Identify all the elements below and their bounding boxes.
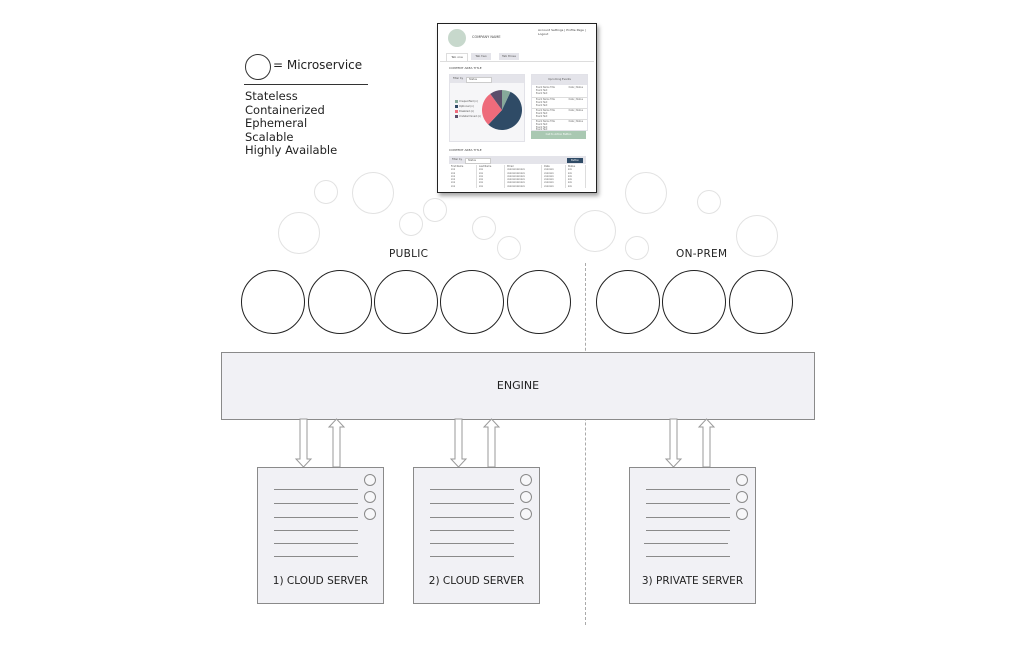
down-arrow-icon bbox=[294, 418, 313, 468]
server-line bbox=[646, 489, 730, 490]
server-line bbox=[274, 556, 358, 557]
server-line bbox=[430, 517, 514, 518]
down-arrow-icon bbox=[449, 418, 468, 468]
up-arrow-icon bbox=[482, 418, 501, 468]
server-line bbox=[274, 503, 358, 504]
status-light-icon bbox=[520, 508, 532, 520]
status-light-icon bbox=[736, 474, 748, 486]
server-line bbox=[646, 503, 730, 504]
status-light-icon bbox=[364, 491, 376, 503]
server-line bbox=[274, 543, 358, 544]
server-line bbox=[274, 489, 358, 490]
server-line bbox=[646, 530, 730, 531]
server-line bbox=[430, 530, 514, 531]
status-light-icon bbox=[736, 491, 748, 503]
server-line bbox=[644, 543, 728, 544]
server-cloud-2: 2) CLOUD SERVER bbox=[413, 467, 540, 604]
server-line bbox=[646, 517, 730, 518]
status-light-icon bbox=[520, 491, 532, 503]
server-line bbox=[430, 556, 514, 557]
server-label: 3) PRIVATE SERVER bbox=[641, 575, 744, 587]
server-line bbox=[430, 543, 514, 544]
server-private-3: 3) PRIVATE SERVER bbox=[629, 467, 756, 604]
down-arrow-icon bbox=[664, 418, 683, 468]
server-line bbox=[274, 517, 358, 518]
up-arrow-icon bbox=[327, 418, 346, 468]
up-arrow-icon bbox=[697, 418, 716, 468]
status-light-icon bbox=[364, 474, 376, 486]
server-line bbox=[430, 489, 514, 490]
server-label: 2) CLOUD SERVER bbox=[428, 575, 525, 587]
server-line bbox=[274, 530, 358, 531]
status-light-icon bbox=[364, 508, 376, 520]
server-cloud-1: 1) CLOUD SERVER bbox=[257, 467, 384, 604]
server-label: 1) CLOUD SERVER bbox=[272, 575, 369, 587]
status-light-icon bbox=[520, 474, 532, 486]
status-light-icon bbox=[736, 508, 748, 520]
server-line bbox=[430, 503, 514, 504]
server-line bbox=[646, 556, 730, 557]
